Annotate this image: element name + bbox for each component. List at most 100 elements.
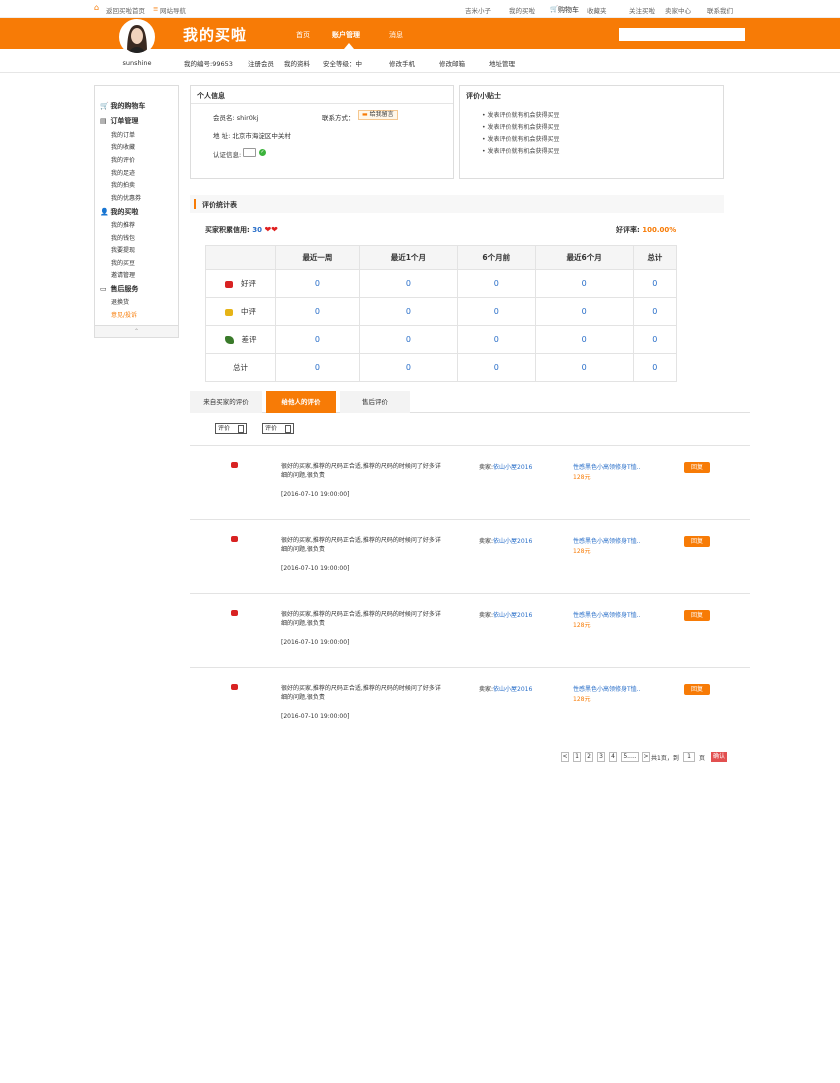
prev-page-button[interactable]: < [561, 752, 569, 762]
auth-label: 认证信息: [213, 151, 242, 159]
subnav-profile[interactable]: 我的资料 [284, 58, 310, 68]
nav-account[interactable]: 账户管理 [332, 30, 360, 40]
personal-info-panel: 个人信息 会员名: shir0kj 联系方式： ▬ 给我留言 地 址: 北京市海… [190, 85, 454, 179]
buyer-credit: 买家积累信用: 30 ❤❤ [205, 225, 278, 234]
review-seller: 卖家:依山小屋2016 [479, 686, 533, 693]
tab-aftersale[interactable]: 售后评价 [340, 391, 410, 413]
positive-rate: 好评率: 100.00% [616, 226, 677, 234]
reply-button[interactable]: 回复 [684, 462, 710, 473]
review-seller: 卖家:依山小屋2016 [479, 464, 533, 471]
product-link[interactable]: 性感黑色小高领修身T恤.. [573, 462, 640, 471]
tab-from-buyers[interactable]: 来自买家的评价 [190, 391, 262, 413]
review-seller: 卖家:依山小屋2016 [479, 612, 533, 619]
filter-select-2[interactable]: 评价 [262, 423, 294, 434]
page-unit: 页 [699, 755, 706, 762]
tip-item: • 发表评价就有机会获得买豆 [482, 136, 560, 143]
sidebar-item-invite[interactable]: 邀请管理 [111, 270, 135, 279]
top-bar: ⌂ 返回买啦首页 ≡ 网站导航 吉米小子 我的买啦 🛒 购物车 收藏夹 关注买啦… [0, 0, 840, 18]
seller-link[interactable]: 依山小屋2016 [493, 538, 532, 545]
address: 地 址: 北京市海淀区中关村 [213, 132, 291, 140]
nav-message[interactable]: 消息 [389, 30, 403, 40]
sidebar-item-returns[interactable]: 退换货 [111, 297, 129, 306]
sidebar-item-beans[interactable]: 我的买豆 [111, 258, 135, 267]
credit-value: 30 [252, 226, 262, 234]
table-header-row: 最近一周 最近1个月 6个月前 最近6个月 总计 [205, 245, 678, 270]
confirm-page-button[interactable]: 确认 [711, 752, 727, 762]
sidebar-section-aftersale[interactable]: ▭ 售后服务 [100, 284, 138, 294]
page-1[interactable]: 1 [573, 752, 581, 762]
page-input[interactable]: 1 [683, 752, 695, 762]
subnav-phone[interactable]: 修改手机 [389, 58, 415, 68]
document-icon: ▤ [100, 117, 107, 125]
good-review-icon [231, 536, 238, 542]
sidebar-collapse-button[interactable]: ⌃ [95, 325, 178, 337]
sidebar-section-orders[interactable]: ▤ 订单管理 [100, 116, 138, 126]
stats-title: 评价统计表 [202, 201, 237, 209]
leave-message-button[interactable]: ▬ 给我留言 [358, 110, 398, 120]
product-link[interactable]: 性感黑色小高领修身T恤.. [573, 684, 640, 693]
sidebar-item-footprint[interactable]: 我的足迹 [111, 168, 135, 177]
cart-link[interactable]: 购物车 [558, 5, 579, 15]
table-row: 差评 0 0 0 0 0 [205, 325, 678, 354]
product-link[interactable]: 性感黑色小高领修身T恤.. [573, 536, 640, 545]
chat-icon: ▬ [362, 111, 368, 118]
user-icon: 👤 [100, 208, 109, 216]
next-page-button[interactable]: > [642, 752, 650, 762]
sidebar-item-recommend[interactable]: 我的推荐 [111, 220, 135, 229]
seller-center-menu[interactable]: 卖家中心 [665, 5, 691, 15]
sidebar-item-favorites[interactable]: 我的收藏 [111, 142, 135, 151]
page-5[interactable]: 5..... [621, 752, 639, 762]
review-date: [2016-07-10 19:00:00] [281, 713, 350, 720]
page-4[interactable]: 4 [609, 752, 617, 762]
mybuy-menu[interactable]: 我的买啦 [509, 5, 535, 15]
product-price: 128元 [573, 622, 591, 629]
review-text: 很好的买家,推荐的尺码正合适,推荐的尺码的时候问了好多详细的问题,很负责 [281, 611, 441, 627]
seller-link[interactable]: 依山小屋2016 [493, 464, 532, 471]
nav-home[interactable]: 首页 [296, 30, 310, 40]
product-link[interactable]: 性感黑色小高领修身T恤.. [573, 610, 640, 619]
total-pages: 共1页，到 [651, 755, 679, 762]
tab-to-others[interactable]: 给他人的评价 [266, 391, 336, 413]
favorites-menu[interactable]: 收藏夹 [587, 5, 607, 15]
seller-link[interactable]: 依山小屋2016 [493, 686, 532, 693]
filter-select-1[interactable]: 评价 [215, 423, 247, 434]
col-6mo: 最近6个月 [534, 245, 634, 270]
subnav-register[interactable]: 注册会员 [248, 58, 274, 68]
review-text: 很好的买家,推荐的尺码正合适,推荐的尺码的时候问了好多详细的问题,很负责 [281, 463, 441, 479]
page-3[interactable]: 3 [597, 752, 605, 762]
good-review-icon [231, 462, 238, 468]
review-tips-title: 评价小贴士 [466, 92, 501, 100]
home-link[interactable]: 返回买啦首页 [106, 5, 145, 15]
sidebar: 🛒 我的购物车 ▤ 订单管理 我的订单 我的收藏 我的评价 我的足迹 我的拍卖 … [94, 85, 179, 338]
review-tabs: 来自买家的评价 给他人的评价 售后评价 [190, 391, 750, 413]
subnav-security[interactable]: 安全等级：中 [323, 58, 362, 68]
sidebar-item-withdraw[interactable]: 我要提现 [111, 245, 135, 254]
contact-menu[interactable]: 联系我们 [707, 5, 733, 15]
subnav-email[interactable]: 修改邮箱 [439, 58, 465, 68]
sidebar-item-orders[interactable]: 我的订单 [111, 130, 135, 139]
site-nav-link[interactable]: 网站导航 [160, 5, 186, 15]
follow-link[interactable]: 关注买啦 [629, 5, 655, 15]
reply-button[interactable]: 回复 [684, 536, 710, 547]
sidebar-item-complaint[interactable]: 意见/投诉 [111, 310, 137, 319]
search-input[interactable] [619, 28, 745, 41]
sidebar-item-reviews[interactable]: 我的评价 [111, 155, 135, 164]
reply-button[interactable]: 回复 [684, 684, 710, 695]
seller-link[interactable]: 依山小屋2016 [493, 612, 532, 619]
user-menu[interactable]: 吉米小子 [465, 5, 491, 15]
sidebar-item-auction[interactable]: 我的拍卖 [111, 180, 135, 189]
reply-button[interactable]: 回复 [684, 610, 710, 621]
page-2[interactable]: 2 [585, 752, 593, 762]
subnav-address[interactable]: 地址管理 [489, 58, 515, 68]
sidebar-item-coupons[interactable]: 我的优惠券 [111, 193, 141, 202]
tip-item: • 发表评价就有机会获得买豆 [482, 112, 560, 119]
verified-icon: ✓ [259, 149, 266, 156]
good-review-icon [231, 610, 238, 616]
tip-item: • 发表评价就有机会获得买豆 [482, 148, 560, 155]
sidebar-section-mybuy[interactable]: 👤 我的买啦 [100, 207, 138, 217]
sidebar-item-wallet[interactable]: 我的钱包 [111, 233, 135, 242]
sidebar-section-cart[interactable]: 🛒 我的购物车 [100, 101, 145, 111]
contact-label: 联系方式： [322, 114, 355, 122]
col-month: 最近1个月 [358, 245, 458, 270]
card-icon: ▭ [100, 285, 107, 293]
